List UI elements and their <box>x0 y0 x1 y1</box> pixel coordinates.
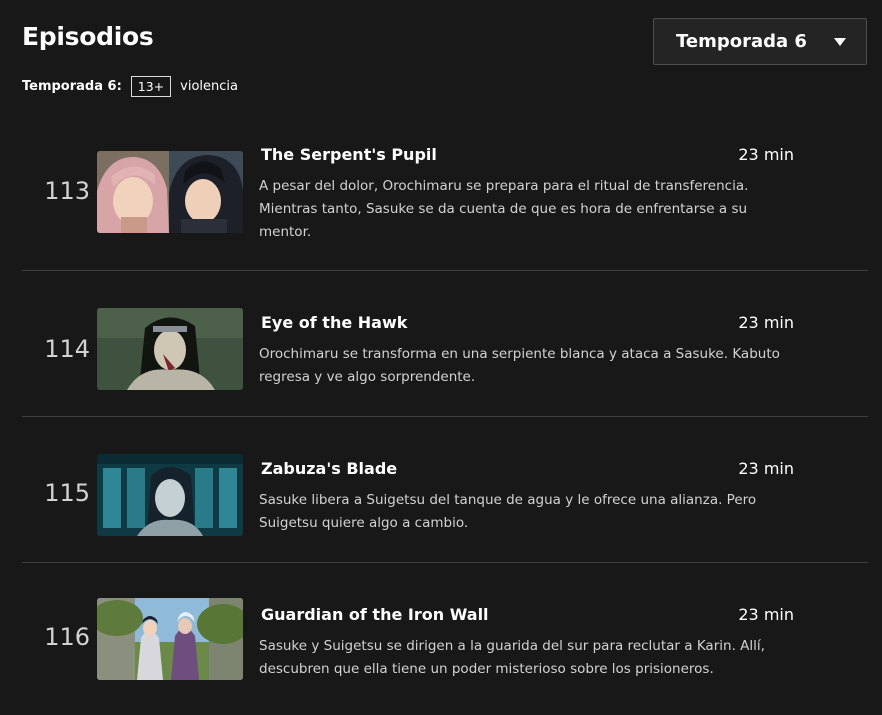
episode-thumbnail[interactable] <box>97 308 243 390</box>
episode-number: 113 <box>44 177 90 205</box>
episode-description: Orochimaru se transforma en una serpient… <box>259 346 780 385</box>
episode-thumbnail[interactable] <box>97 151 243 233</box>
season-dropdown[interactable]: Temporada 6 <box>653 18 867 65</box>
episode-list: 113 The Serpent's Pupil 23 min A pesar d… <box>22 125 868 709</box>
episode-number: 114 <box>44 335 90 363</box>
episode-title: The Serpent's Pupil <box>261 145 437 164</box>
season-dropdown-label: Temporada 6 <box>676 31 807 52</box>
page-title: Episodios <box>22 22 154 51</box>
episode-number: 115 <box>44 479 90 507</box>
episode-thumbnail[interactable] <box>97 454 243 536</box>
episode-title: Eye of the Hawk <box>261 313 408 332</box>
caret-down-icon <box>834 37 846 46</box>
rating-season-label: Temporada 6: <box>22 79 122 94</box>
maturity-rating-badge: 13+ <box>130 76 172 97</box>
episode-title: Zabuza's Blade <box>261 459 398 478</box>
episode-description: Sasuke libera a Suigetsu del tanque de a… <box>259 492 757 531</box>
episode-duration: 23 min <box>738 605 794 624</box>
episode-number: 116 <box>44 623 90 651</box>
episode-thumbnail[interactable] <box>97 598 243 680</box>
episode-item[interactable]: 113 The Serpent's Pupil 23 min A pesar d… <box>22 125 868 271</box>
episode-duration: 23 min <box>738 145 794 164</box>
episode-item[interactable]: 116 Guardian of the Iron Wall 23 min Sas… <box>22 563 868 709</box>
episode-item[interactable]: 114 Eye of the Hawk 23 min Orochimaru se… <box>22 271 868 417</box>
maturity-rating-row: Temporada 6: 13+ violencia <box>22 76 238 97</box>
episode-description: Sasuke y Suigetsu se dirigen a la guarid… <box>259 638 765 677</box>
content-advisory: violencia <box>180 79 239 94</box>
episode-title: Guardian of the Iron Wall <box>261 605 489 624</box>
episode-duration: 23 min <box>738 313 794 332</box>
episode-duration: 23 min <box>738 459 794 478</box>
episode-description: A pesar del dolor, Orochimaru se prepara… <box>259 178 749 240</box>
episode-item[interactable]: 115 Zabuza's Blade 23 min Sasuke libera … <box>22 417 868 563</box>
